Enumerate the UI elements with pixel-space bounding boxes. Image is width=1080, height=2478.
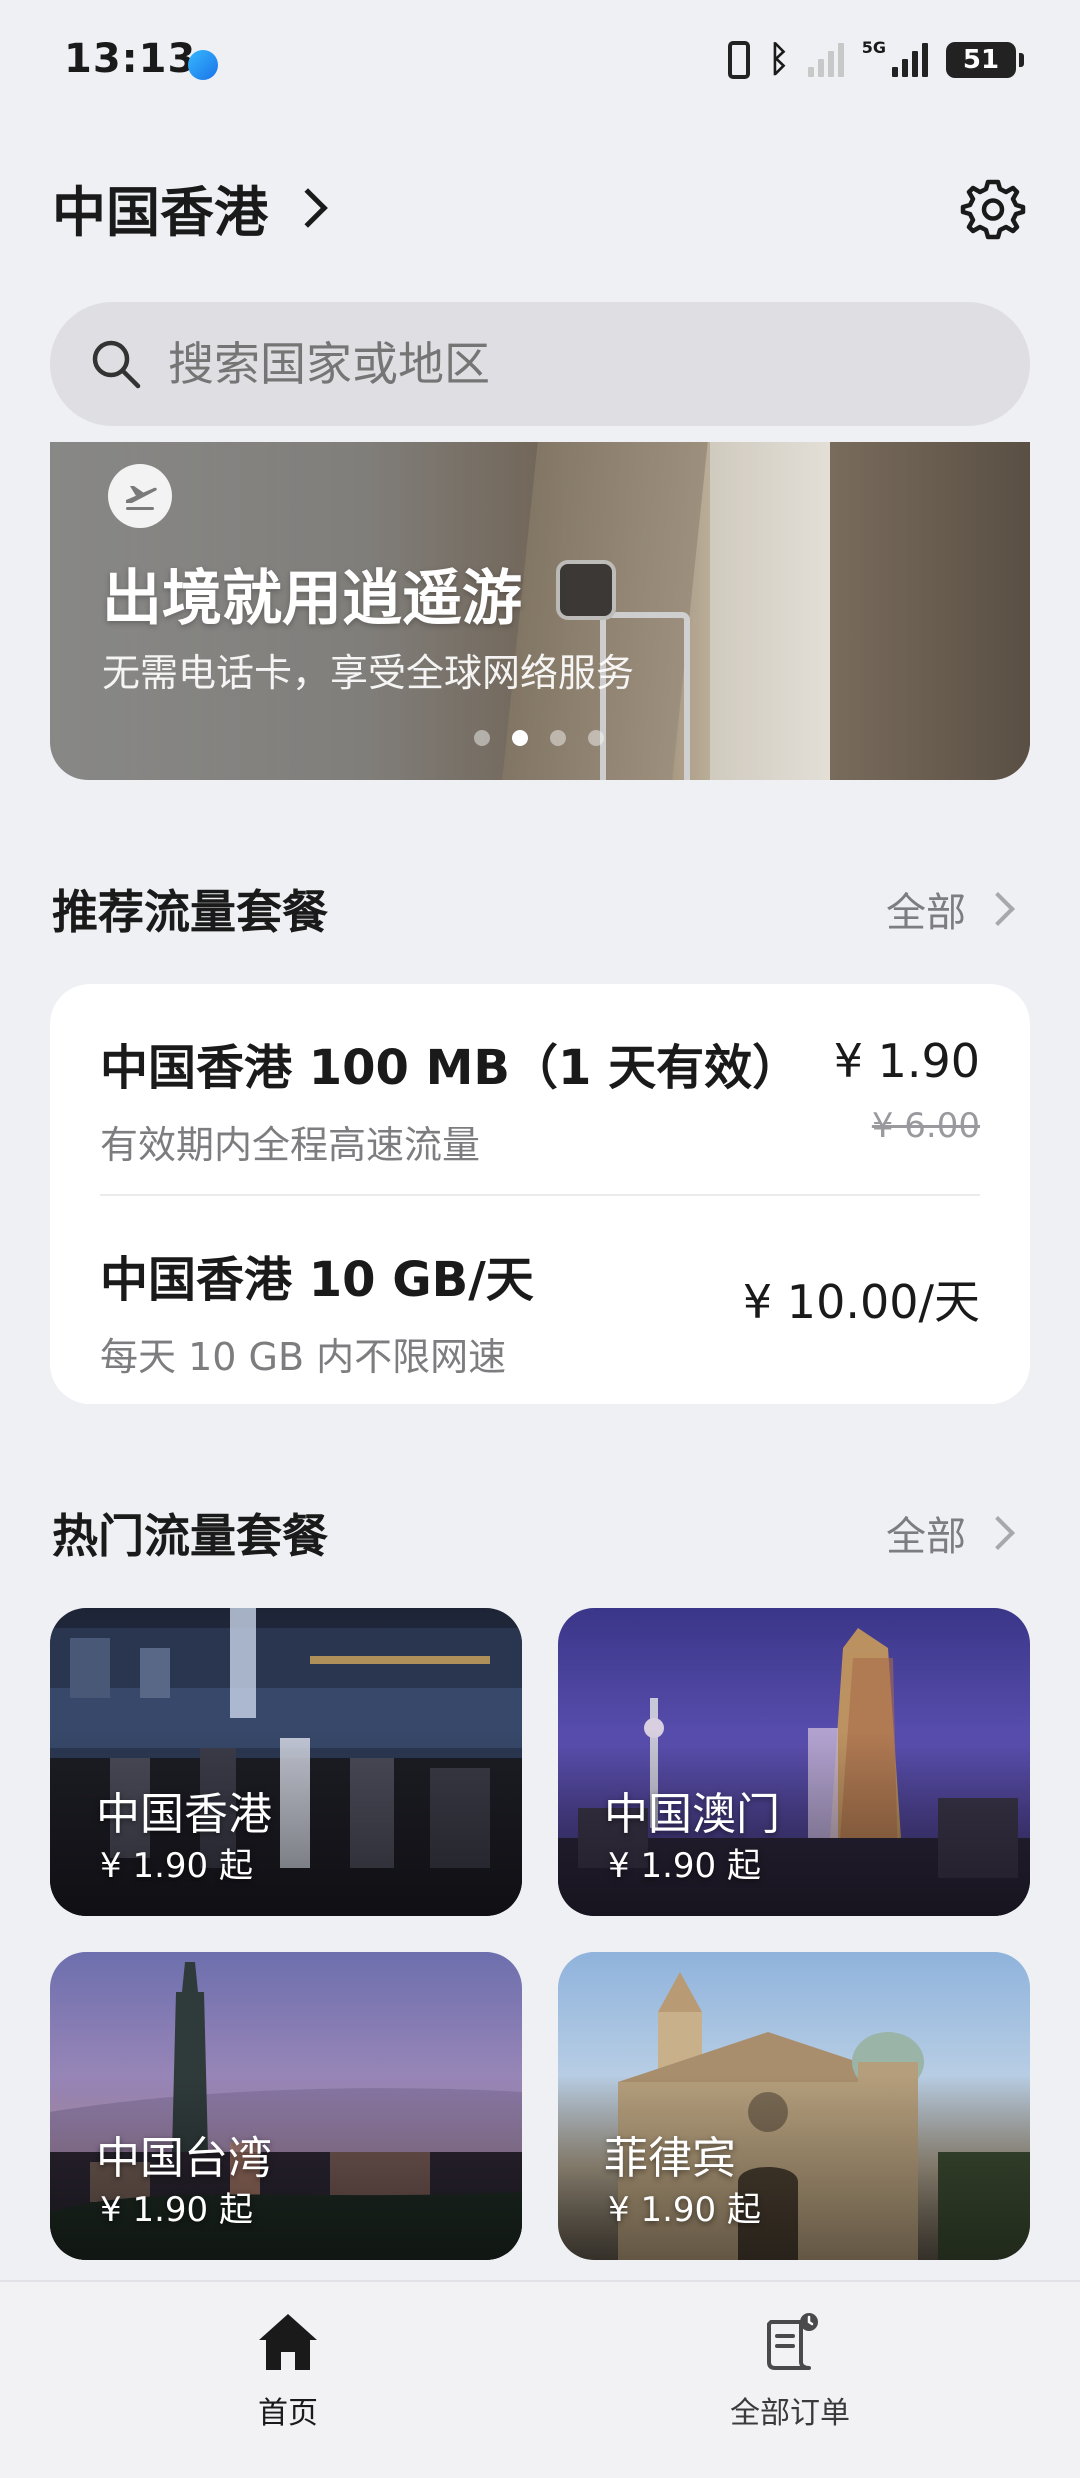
destination-price: ¥ 1.90 起 [100, 2190, 253, 2230]
vibrate-icon [728, 41, 751, 79]
banner-pagination [474, 730, 604, 746]
status-bar: 13:13 ᛒ 5G 51 [0, 0, 1080, 120]
recommended-section-header: 推荐流量套餐 全部 [52, 874, 1028, 944]
nav-item-home[interactable]: 首页 [158, 2310, 418, 2432]
destination-name: 菲律宾 [604, 2133, 736, 2184]
notification-app-icon [188, 50, 218, 80]
pagination-dot[interactable] [474, 730, 490, 746]
section-title: 热门流量套餐 [52, 1509, 328, 1563]
gear-icon[interactable] [958, 174, 1028, 244]
destination-price: ¥ 1.90 起 [608, 1846, 761, 1886]
destination-name: 中国香港 [96, 1789, 272, 1840]
search-icon [92, 340, 141, 389]
plan-row[interactable]: 中国香港 10 GB/天 每天 10 GB 内不限网速 ¥ 10.00/天 [100, 1240, 980, 1380]
pagination-dot[interactable] [550, 730, 566, 746]
home-icon [259, 2314, 317, 2370]
destination-price: ¥ 1.90 起 [100, 1846, 253, 1886]
plan-description: 每天 10 GB 内不限网速 [100, 1335, 507, 1379]
view-all-hot-button[interactable]: 全部 [886, 1504, 1028, 1562]
plan-price: ¥ 10.00/天 [742, 1275, 980, 1329]
destination-card-hong-kong[interactable]: 中国香港 ¥ 1.90 起 [50, 1608, 522, 1916]
pagination-dot-active[interactable] [512, 730, 528, 746]
destination-card-philippines[interactable]: 菲律宾 ¥ 1.90 起 [558, 1952, 1030, 2260]
chevron-right-icon [981, 1516, 1015, 1550]
recommended-card: 中国香港 100 MB（1 天有效） 有效期内全程高速流量 ¥ 1.90 ¥ 6… [50, 984, 1030, 1404]
cellular-signal-icon [892, 43, 928, 77]
banner-subtitle: 无需电话卡，享受全球网络服务 [102, 651, 635, 695]
battery-level: 51 [962, 45, 1000, 75]
view-all-label: 全部 [886, 890, 966, 936]
destination-price: ¥ 1.90 起 [608, 2190, 761, 2230]
network-type-label: 5G [861, 38, 886, 57]
destination-card-macau[interactable]: 中国澳门 ¥ 1.90 起 [558, 1608, 1030, 1916]
chevron-right-icon [288, 187, 328, 228]
view-all-label: 全部 [886, 1514, 966, 1560]
chevron-right-icon [981, 892, 1015, 926]
search-input[interactable] [168, 337, 968, 391]
nav-label: 全部订单 [730, 2396, 850, 2431]
plan-original-price: ¥ 6.00 [871, 1106, 980, 1146]
plan-price: ¥ 1.90 [833, 1034, 980, 1088]
search-bar[interactable] [50, 302, 1030, 426]
promo-banner[interactable]: 出境就用逍遥游 无需电话卡，享受全球网络服务 [50, 442, 1030, 780]
status-time: 13:13 [64, 36, 197, 82]
divider [100, 1194, 980, 1196]
battery-icon: 51 [946, 42, 1024, 78]
bottom-nav: 首页 全部订单 [0, 2280, 1080, 2478]
pagination-dot[interactable] [588, 730, 604, 746]
destination-name: 中国台湾 [96, 2133, 272, 2184]
header: 中国香港 [0, 150, 1080, 260]
hot-section-header: 热门流量套餐 全部 [52, 1498, 1028, 1568]
destination-card-taiwan[interactable]: 中国台湾 ¥ 1.90 起 [50, 1952, 522, 2260]
status-icons: ᛒ 5G 51 [728, 38, 1024, 80]
region-title: 中国香港 [52, 181, 268, 244]
plan-row[interactable]: 中国香港 100 MB（1 天有效） 有效期内全程高速流量 ¥ 1.90 ¥ 6… [100, 1028, 980, 1168]
view-all-recommended-button[interactable]: 全部 [886, 880, 1028, 938]
section-title: 推荐流量套餐 [52, 885, 328, 939]
nav-label: 首页 [258, 2396, 318, 2431]
banner-title: 出境就用逍遥游 [102, 564, 522, 634]
region-selector[interactable]: 中国香港 [52, 168, 328, 247]
airplane-icon [108, 464, 172, 528]
nav-item-orders[interactable]: 全部订单 [660, 2310, 920, 2432]
wifi-signal-icon [807, 43, 844, 77]
destination-name: 中国澳门 [604, 1789, 780, 1840]
bluetooth-icon: ᛒ [768, 39, 790, 80]
orders-icon [767, 2313, 818, 2370]
plan-description: 有效期内全程高速流量 [100, 1123, 481, 1167]
